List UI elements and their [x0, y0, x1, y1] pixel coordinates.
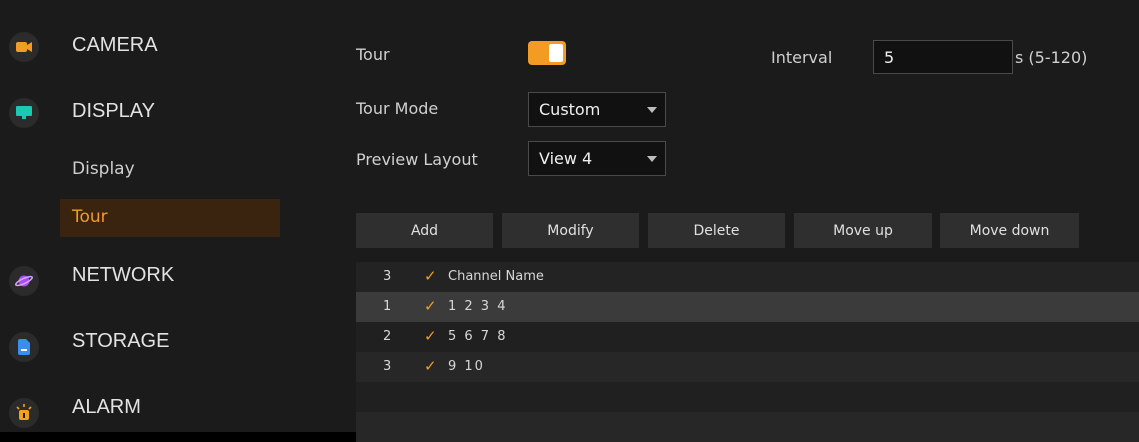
table-row[interactable]: 1 ✓ 1 2 3 4	[356, 292, 1139, 322]
table-row[interactable]: 2 ✓ 5 6 7 8	[356, 322, 1139, 352]
preview-layout-label: Preview Layout	[356, 150, 478, 169]
sidebar-item-label: NETWORK	[72, 264, 175, 286]
interval-label: Interval	[771, 48, 833, 67]
move-up-button[interactable]: Move up	[794, 213, 932, 248]
interval-unit: s (5-120)	[1015, 48, 1088, 67]
row-checkbox[interactable]: ✓	[424, 357, 437, 375]
table-row-empty	[356, 412, 1139, 442]
sidebar-item-camera[interactable]: CAMERA	[0, 30, 310, 64]
tour-mode-label: Tour Mode	[356, 99, 439, 118]
camera-icon	[9, 32, 39, 62]
subitem-tour[interactable]: Tour	[60, 199, 280, 237]
table-header: 3 ✓ Channel Name	[356, 262, 1139, 292]
planet-icon	[9, 266, 39, 296]
row-index: 3	[383, 359, 392, 374]
subitem-label: Tour	[72, 207, 108, 227]
select-all-checkbox[interactable]: ✓	[424, 267, 437, 285]
sidebar-item-storage[interactable]: STORAGE	[0, 326, 310, 362]
storage-icon	[9, 332, 39, 362]
table-row-empty	[356, 382, 1139, 412]
delete-button[interactable]: Delete	[648, 213, 785, 248]
table-row[interactable]: 3 ✓ 9 10	[356, 352, 1139, 382]
sidebar-item-label: ALARM	[72, 396, 141, 418]
sidebar: CAMERA DISPLAY Display Tour NETWORK STOR…	[0, 0, 310, 432]
tour-label: Tour	[356, 45, 390, 64]
move-down-button[interactable]: Move down	[940, 213, 1079, 248]
row-channels: 5 6 7 8	[448, 329, 508, 344]
add-button[interactable]: Add	[356, 213, 493, 248]
sidebar-item-alarm[interactable]: ALARM	[0, 392, 310, 428]
sidebar-item-label: DISPLAY	[72, 100, 155, 122]
header-channel-name: Channel Name	[448, 269, 544, 284]
row-channels: 1 2 3 4	[448, 299, 508, 314]
sidebar-item-label: CAMERA	[72, 34, 158, 56]
preview-layout-value: View 4	[539, 149, 593, 168]
row-channels: 9 10	[448, 359, 485, 374]
row-index: 2	[383, 329, 392, 344]
interval-input[interactable]: 5	[873, 40, 1013, 74]
tour-toggle[interactable]	[528, 41, 566, 65]
tour-mode-value: Custom	[539, 100, 601, 119]
tour-table: 3 ✓ Channel Name 1 ✓ 1 2 3 4 2 ✓ 5 6 7 8…	[356, 262, 1139, 442]
row-checkbox[interactable]: ✓	[424, 327, 437, 345]
chevron-down-icon	[647, 106, 657, 113]
subitem-display[interactable]: Display	[72, 159, 135, 179]
sidebar-item-display[interactable]: DISPLAY	[0, 96, 310, 130]
chevron-down-icon	[647, 155, 657, 162]
preview-layout-select[interactable]: View 4	[528, 141, 666, 176]
sidebar-item-label: STORAGE	[72, 330, 170, 352]
row-index: 1	[383, 299, 392, 314]
row-checkbox[interactable]: ✓	[424, 297, 437, 315]
tour-mode-select[interactable]: Custom	[528, 92, 666, 127]
toggle-knob	[549, 44, 563, 62]
monitor-icon	[9, 98, 39, 128]
sidebar-item-network[interactable]: NETWORK	[0, 260, 310, 296]
modify-button[interactable]: Modify	[502, 213, 639, 248]
alarm-icon	[9, 398, 39, 428]
header-count: 3	[383, 269, 392, 284]
